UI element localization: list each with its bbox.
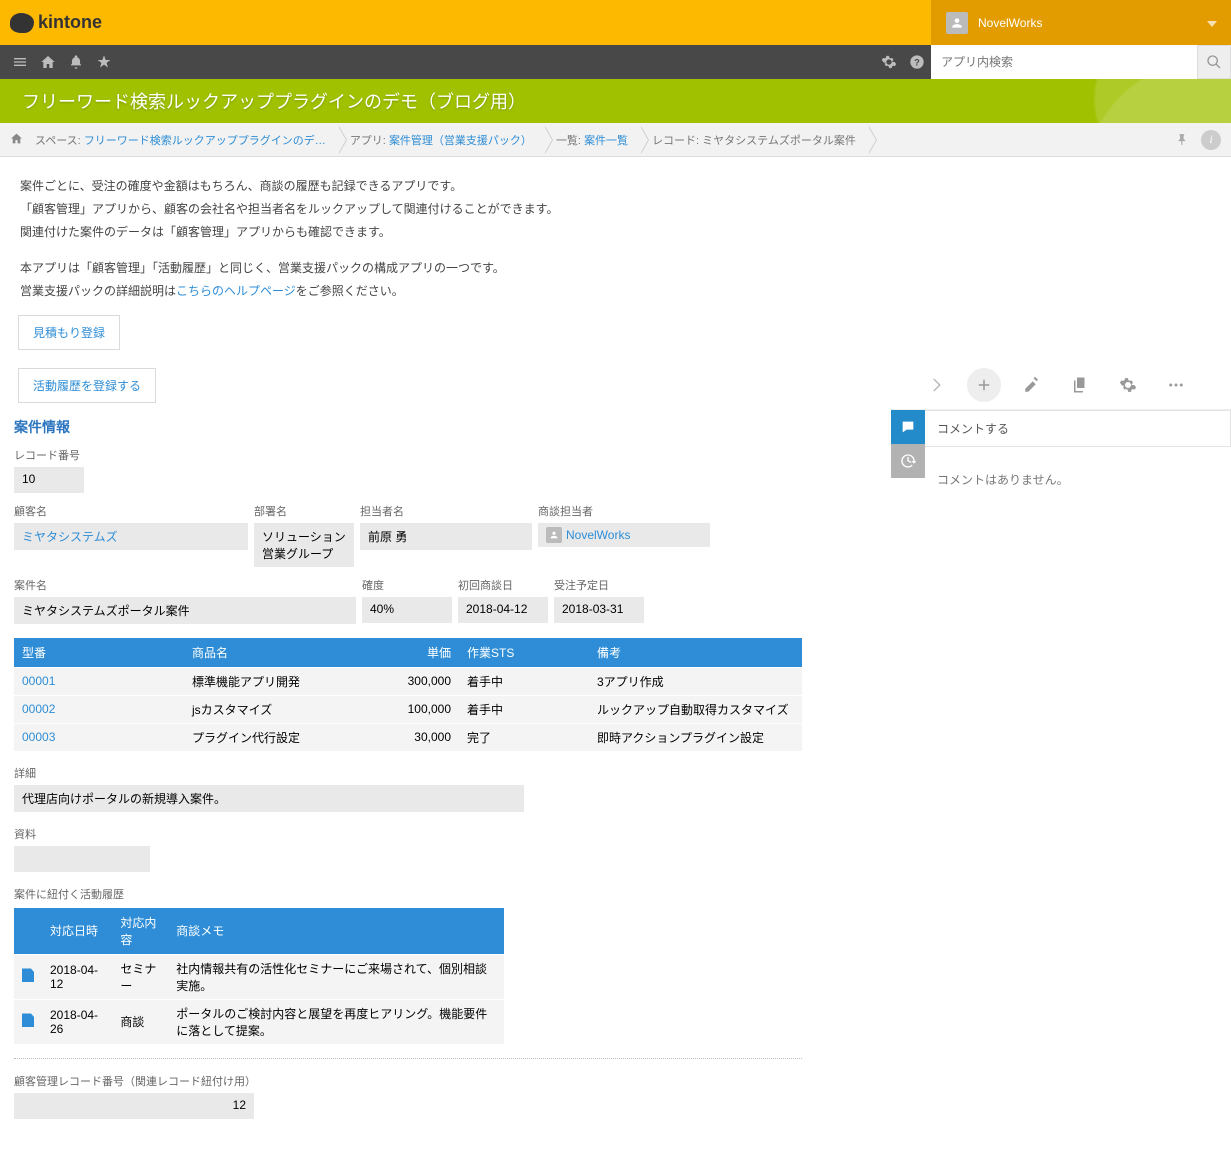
- related-label: 顧客管理レコード番号（関連レコード紐付け用）: [14, 1073, 802, 1089]
- star-icon[interactable]: [90, 45, 118, 79]
- salesrep-chip[interactable]: NovelWorks: [538, 523, 710, 547]
- info-icon[interactable]: i: [1201, 130, 1221, 150]
- table-row: 2018-04-26 商談 ポータルのご検討内容と展望を再度ヒアリング。機能要件…: [14, 999, 504, 1044]
- expected-label: 受注予定日: [554, 577, 644, 593]
- dept-label: 部署名: [254, 503, 354, 519]
- casename-label: 案件名: [14, 577, 356, 593]
- comments-title[interactable]: コメントする: [925, 410, 1231, 447]
- home-icon[interactable]: [34, 45, 62, 79]
- firstmeet-value: 2018-04-12: [458, 597, 548, 623]
- breadcrumb-record: レコード: ミヤタシステムズポータル案件: [640, 123, 868, 157]
- search-button[interactable]: [1197, 45, 1231, 79]
- edit-button[interactable]: [1015, 368, 1049, 402]
- activities-table: 対応日時 対応内容 商談メモ 2018-04-12 セミナー 社内情報共有の活性…: [14, 908, 504, 1044]
- breadcrumb-app: アプリ: 案件管理（営業支援パック）: [338, 123, 544, 157]
- firstmeet-label: 初回商談日: [458, 577, 548, 593]
- quote-register-button[interactable]: 見積もり登録: [18, 315, 120, 350]
- breadcrumb-space-link[interactable]: フリーワード検索ルックアッププラグインのデ…: [84, 132, 326, 148]
- customer-label: 顧客名: [14, 503, 248, 519]
- col-name: 商品名: [184, 638, 359, 668]
- probability-label: 確度: [362, 577, 452, 593]
- pin-icon[interactable]: [1171, 128, 1195, 152]
- search-input[interactable]: [931, 45, 1197, 79]
- next-icon[interactable]: [919, 368, 953, 402]
- probability-value: 40%: [362, 597, 452, 623]
- avatar-icon: [946, 12, 968, 34]
- help-icon[interactable]: ?: [903, 45, 931, 79]
- attachments-value: [14, 846, 150, 872]
- menu-icon[interactable]: [6, 45, 34, 79]
- breadcrumb-list-link[interactable]: 案件一覧: [584, 132, 628, 148]
- activity-register-button[interactable]: 活動履歴を登録する: [18, 368, 156, 403]
- tab-comments[interactable]: [891, 410, 925, 444]
- record-no-value: 10: [14, 467, 84, 493]
- breadcrumb: スペース: フリーワード検索ルックアッププラグインのデ… アプリ: 案件管理（営…: [0, 123, 1231, 157]
- attachments-label: 資料: [14, 826, 802, 842]
- contact-label: 担当者名: [360, 503, 532, 519]
- col-memo: 商談メモ: [168, 908, 504, 955]
- table-row: 00003 プラグイン代行設定 30,000 完了 即時アクションプラグイン設定: [14, 723, 802, 751]
- products-table: 型番 商品名 単価 作業STS 備考 00001 標準機能アプリ開発 300,0…: [14, 638, 802, 751]
- table-row: 00002 jsカスタマイズ 100,000 着手中 ルックアップ自動取得カスタ…: [14, 695, 802, 723]
- add-button[interactable]: [967, 368, 1001, 402]
- col-type: 対応内容: [112, 908, 168, 955]
- col-code: 型番: [14, 638, 184, 668]
- svg-text:?: ?: [914, 57, 920, 67]
- breadcrumb-space: スペース: フリーワード検索ルックアッププラグインのデ…: [23, 123, 338, 157]
- record-link-icon[interactable]: [14, 999, 42, 1044]
- dept-value: ソリューション営業グループ: [254, 523, 354, 567]
- expected-value: 2018-03-31: [554, 597, 644, 623]
- activities-label: 案件に紐付く活動履歴: [14, 886, 802, 902]
- logo[interactable]: kintone: [10, 12, 102, 33]
- col-status: 作業STS: [459, 638, 589, 668]
- logo-icon: [10, 13, 34, 33]
- gear-icon[interactable]: [875, 45, 903, 79]
- app-description: 案件ごとに、受注の確度や金額はもちろん、商談の履歴も記録できるアプリです。 「顧…: [0, 157, 1231, 313]
- product-code[interactable]: 00003: [14, 723, 184, 751]
- top-bar: kintone NovelWorks: [0, 0, 1231, 45]
- avatar-icon: [546, 527, 562, 543]
- col-price: 単価: [359, 638, 459, 668]
- product-code[interactable]: 00002: [14, 695, 184, 723]
- section-case-info: 案件情報: [14, 417, 802, 437]
- help-page-link[interactable]: こちらのヘルプページ: [176, 284, 296, 298]
- detail-label: 詳細: [14, 765, 802, 781]
- related-value: 12: [14, 1093, 254, 1119]
- contact-value: 前原 勇: [360, 523, 532, 550]
- search-box: [931, 45, 1231, 79]
- casename-value: ミヤタシステムズポータル案件: [14, 597, 356, 624]
- breadcrumb-home-icon[interactable]: [10, 132, 23, 148]
- table-row: 2018-04-12 セミナー 社内情報共有の活性化セミナーにご来場されて、個別…: [14, 954, 504, 999]
- chevron-down-icon: [1207, 16, 1217, 30]
- tab-history[interactable]: [891, 444, 925, 478]
- breadcrumb-app-link[interactable]: 案件管理（営業支援パック）: [389, 132, 532, 148]
- settings-button[interactable]: [1111, 368, 1145, 402]
- breadcrumb-list: 一覧: 案件一覧: [544, 123, 640, 157]
- salesrep-label: 商談担当者: [538, 503, 710, 519]
- record-link-icon[interactable]: [14, 954, 42, 999]
- bell-icon[interactable]: [62, 45, 90, 79]
- table-row: 00001 標準機能アプリ開発 300,000 着手中 3アプリ作成: [14, 667, 802, 695]
- user-menu[interactable]: NovelWorks: [931, 0, 1231, 45]
- comments-empty: コメントはありません。: [925, 447, 1231, 512]
- copy-button[interactable]: [1063, 368, 1097, 402]
- comments-sidebar: コメントする コメントはありません。: [891, 409, 1231, 512]
- product-code[interactable]: 00001: [14, 667, 184, 695]
- app-header: フリーワード検索ルックアッププラグインのデモ（ブログ用）: [0, 79, 1231, 123]
- page-title: フリーワード検索ルックアッププラグインのデモ（ブログ用）: [22, 88, 526, 114]
- user-name: NovelWorks: [978, 16, 1042, 30]
- customer-link[interactable]: ミヤタシステムズ: [14, 523, 248, 550]
- col-notes: 備考: [589, 638, 802, 668]
- global-nav: ?: [0, 45, 1231, 79]
- record-no-label: レコード番号: [14, 447, 802, 463]
- col-date: 対応日時: [42, 908, 112, 955]
- more-button[interactable]: [1159, 368, 1193, 402]
- logo-text: kintone: [38, 12, 102, 33]
- detail-value: 代理店向けポータルの新規導入案件。: [14, 785, 524, 812]
